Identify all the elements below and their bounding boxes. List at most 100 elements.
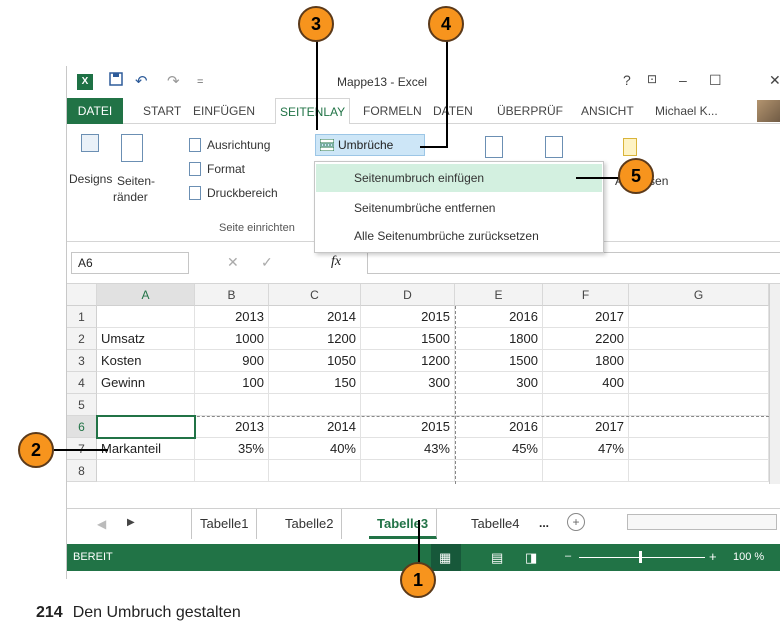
table-cell[interactable]: 2013 [195, 306, 269, 328]
seitenraender-label-1[interactable]: Seiten- [117, 174, 155, 188]
tab-daten[interactable]: DATEN [429, 98, 477, 124]
menu-item-reset-all-page-breaks[interactable]: Alle Seitenumbrüche zurücksetzen [316, 222, 602, 250]
vertical-scrollbar[interactable] [769, 284, 780, 484]
table-cell[interactable]: 1800 [543, 350, 629, 372]
help-button[interactable]: ? [623, 72, 631, 88]
col-header-d[interactable]: D [361, 284, 455, 306]
table-cell[interactable]: 1500 [361, 328, 455, 350]
table-cell[interactable] [269, 394, 361, 416]
scale-icon[interactable] [623, 138, 637, 156]
col-header-e[interactable]: E [455, 284, 543, 306]
table-cell[interactable] [361, 460, 455, 482]
table-cell[interactable]: 1500 [455, 350, 543, 372]
tab-ueberpruefen[interactable]: ÜBERPRÜF [493, 98, 567, 124]
table-cell[interactable]: 2013 [195, 416, 269, 438]
table-cell[interactable]: 2014 [269, 306, 361, 328]
ribbon-display-icon[interactable]: ⊡ [647, 72, 657, 86]
table-cell[interactable]: Markanteil [97, 438, 195, 460]
col-header-g[interactable]: G [629, 284, 769, 306]
menu-item-remove-page-break[interactable]: Seitenumbrüche entfernen [316, 194, 602, 222]
minimize-button[interactable]: – [679, 72, 687, 88]
table-cell[interactable] [629, 460, 769, 482]
more-sheets[interactable]: ... [539, 516, 549, 530]
table-cell[interactable]: 1200 [269, 328, 361, 350]
table-cell[interactable] [195, 394, 269, 416]
sheet-tab-tabelle2[interactable]: Tabelle2 [277, 509, 343, 539]
table-cell[interactable] [543, 460, 629, 482]
table-cell[interactable] [269, 460, 361, 482]
horizontal-scrollbar[interactable] [627, 514, 777, 530]
background-icon[interactable] [485, 136, 503, 158]
table-cell[interactable]: 43% [361, 438, 455, 460]
table-cell[interactable]: 300 [455, 372, 543, 394]
table-cell[interactable] [629, 416, 769, 438]
row-header[interactable]: 8 [67, 460, 97, 482]
seitenraender-label-2[interactable]: ränder [113, 190, 148, 204]
col-header-a[interactable]: A [97, 284, 195, 306]
table-cell[interactable]: 1800 [455, 328, 543, 350]
tab-datei[interactable]: DATEI [67, 98, 123, 124]
designs-icon[interactable] [81, 134, 99, 152]
sheet-tab-tabelle4[interactable]: Tabelle4 [463, 509, 527, 539]
table-cell[interactable]: 2016 [455, 416, 543, 438]
zoom-level[interactable]: 100 % [733, 551, 764, 563]
table-cell[interactable]: 47% [543, 438, 629, 460]
save-icon[interactable] [109, 72, 123, 90]
table-cell[interactable]: 300 [361, 372, 455, 394]
tab-einfuegen[interactable]: EINFÜGEN [189, 98, 259, 124]
add-sheet-icon[interactable]: + [567, 513, 585, 531]
table-cell[interactable] [629, 306, 769, 328]
row-header[interactable]: 1 [67, 306, 97, 328]
zoom-in-icon[interactable]: + [709, 549, 717, 564]
ausrichtung-button[interactable]: Ausrichtung [207, 138, 270, 152]
tab-formeln[interactable]: FORMELN [359, 98, 426, 124]
table-cell[interactable]: 45% [455, 438, 543, 460]
table-cell[interactable]: 2200 [543, 328, 629, 350]
sheet-tab-tabelle1[interactable]: Tabelle1 [191, 509, 258, 539]
page-break-view-icon[interactable]: ◨ [525, 550, 537, 566]
next-sheet-icon[interactable]: ▶ [127, 517, 135, 528]
undo-icon[interactable]: ↶ [135, 72, 148, 90]
prev-sheet-icon[interactable]: ◀ [97, 517, 106, 531]
tab-start[interactable]: START [139, 98, 185, 124]
tab-ansicht[interactable]: ANSICHT [577, 98, 638, 124]
table-cell[interactable]: 35% [195, 438, 269, 460]
table-cell[interactable] [629, 328, 769, 350]
table-cell[interactable] [97, 394, 195, 416]
cancel-icon[interactable]: ✕ [227, 254, 239, 271]
table-cell[interactable]: 150 [269, 372, 361, 394]
zoom-slider-thumb[interactable] [639, 551, 642, 563]
table-cell[interactable]: Kosten [97, 350, 195, 372]
maximize-button[interactable]: ☐ [709, 72, 722, 89]
table-cell[interactable] [629, 394, 769, 416]
table-cell[interactable] [97, 460, 195, 482]
user-name[interactable]: Michael K... [651, 98, 722, 124]
table-cell[interactable]: 2014 [269, 416, 361, 438]
table-cell[interactable]: Umsatz [97, 328, 195, 350]
row-header[interactable]: 3 [67, 350, 97, 372]
table-cell[interactable]: 40% [269, 438, 361, 460]
margins-icon[interactable] [121, 134, 143, 162]
table-cell[interactable]: 1050 [269, 350, 361, 372]
zoom-slider[interactable] [579, 557, 705, 558]
table-cell[interactable]: 2016 [455, 306, 543, 328]
table-cell[interactable] [455, 394, 543, 416]
table-cell[interactable]: 100 [195, 372, 269, 394]
table-cell[interactable]: 2015 [361, 306, 455, 328]
col-header-c[interactable]: C [269, 284, 361, 306]
table-cell[interactable]: 2017 [543, 306, 629, 328]
tab-seitenlayout[interactable]: SEITENLAY [275, 98, 351, 125]
row-header[interactable]: 6 [67, 416, 97, 438]
table-cell[interactable]: 2017 [543, 416, 629, 438]
col-header-f[interactable]: F [543, 284, 629, 306]
table-cell[interactable]: Gewinn [97, 372, 195, 394]
table-cell[interactable] [629, 350, 769, 372]
page-layout-view-icon[interactable]: ▤ [491, 550, 503, 566]
table-cell[interactable] [361, 394, 455, 416]
select-all-corner[interactable] [67, 284, 97, 306]
table-cell[interactable]: 2015 [361, 416, 455, 438]
close-button[interactable]: ✕ [769, 72, 780, 89]
selected-cell-a6[interactable] [96, 415, 196, 439]
row-header[interactable]: 5 [67, 394, 97, 416]
avatar[interactable] [757, 100, 780, 122]
